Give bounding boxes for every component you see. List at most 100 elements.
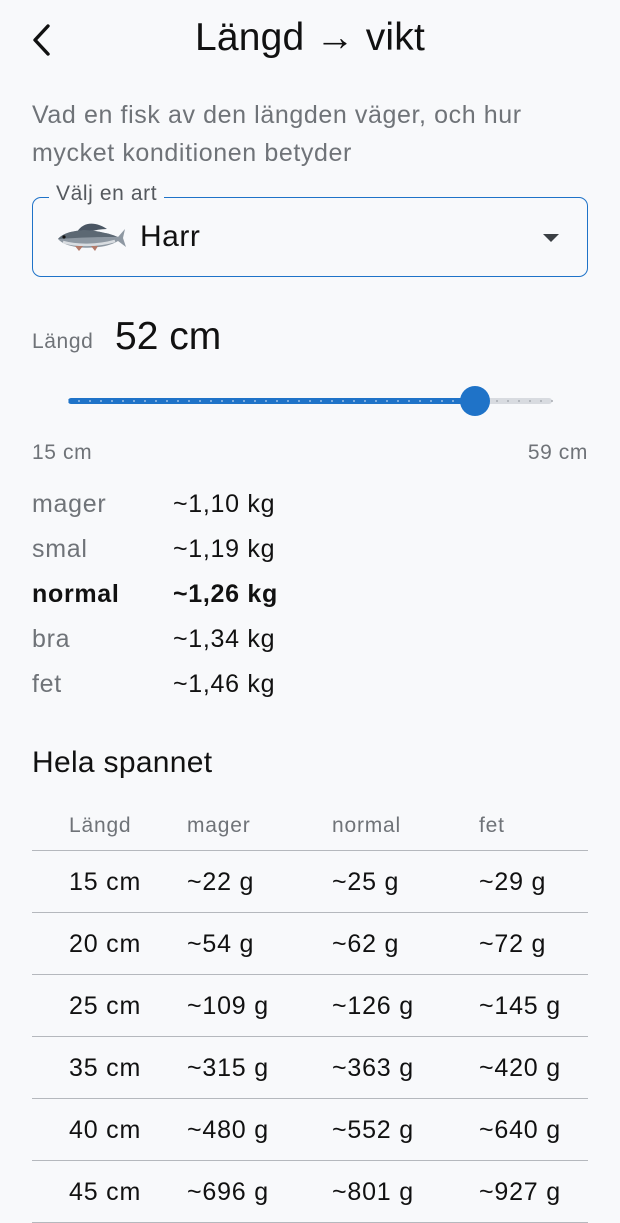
slider-tick	[540, 400, 542, 402]
slider-min-label: 15 cm	[32, 441, 93, 464]
condition-row: bra ~1,34 kg	[32, 621, 432, 666]
condition-label: normal	[32, 580, 120, 608]
caret-down-icon	[543, 234, 559, 242]
table-cell: ~29 g	[479, 868, 547, 896]
condition-label: bra	[32, 625, 71, 653]
column-header: mager	[187, 814, 251, 837]
table-cell: 15 cm	[69, 868, 142, 896]
table-row: 25 cm ~109 g ~126 g ~145 g	[32, 975, 588, 1037]
slider-tick	[385, 400, 388, 402]
length-value: 52 cm	[115, 315, 222, 358]
slider-max-label: 59 cm	[527, 441, 588, 464]
condition-row: fet ~1,46 kg	[32, 666, 432, 711]
slider-tick	[276, 400, 278, 402]
condition-row: smal ~1,19 kg	[32, 531, 432, 576]
condition-weight: ~1,26 kg	[173, 580, 278, 608]
slider-tick	[551, 400, 553, 402]
slider-tick	[176, 400, 179, 402]
column-header: fet	[479, 814, 505, 837]
condition-label: smal	[32, 535, 88, 563]
table-cell: ~62 g	[332, 930, 400, 958]
table-cell: ~640 g	[479, 1116, 561, 1144]
condition-weights: mager ~1,10 kg smal ~1,19 kg normal ~1,2…	[32, 486, 432, 711]
slider-tick	[353, 400, 355, 402]
table-row: 45 cm ~696 g ~801 g ~927 g	[32, 1161, 588, 1223]
table-cell: ~315 g	[187, 1054, 269, 1082]
slider-tick	[111, 400, 113, 402]
table-cell: ~126 g	[332, 992, 414, 1020]
slider-tick	[408, 400, 410, 402]
slider-tick	[506, 400, 509, 402]
slider-tick	[309, 400, 311, 402]
page-subtitle: Vad en fisk av den längden väger, och hu…	[32, 101, 522, 167]
table-header: Längd mager normal fet	[32, 800, 588, 851]
table-cell: ~801 g	[332, 1178, 414, 1206]
table-cell: ~72 g	[479, 930, 547, 958]
condition-weight: ~1,34 kg	[173, 625, 276, 653]
table-cell: 25 cm	[69, 992, 142, 1020]
species-select[interactable]: Välj en art Harr	[32, 182, 588, 277]
slider-tick	[210, 400, 212, 402]
table-cell: ~480 g	[187, 1116, 269, 1144]
slider-tick	[188, 400, 190, 402]
table-cell: ~420 g	[479, 1054, 561, 1082]
condition-label: fet	[32, 670, 62, 698]
weight-table: Längd mager normal fet 15 cm ~22 g ~25 g…	[32, 800, 588, 1223]
table-cell: ~552 g	[332, 1116, 414, 1144]
slider-tick	[67, 400, 69, 402]
table-cell: 35 cm	[69, 1054, 142, 1082]
table-cell: ~22 g	[187, 868, 255, 896]
slider-tick	[342, 400, 344, 402]
species-select-value: Harr	[140, 220, 201, 253]
table-cell: ~363 g	[332, 1054, 414, 1082]
column-header: normal	[332, 814, 401, 837]
slider-tick	[496, 400, 498, 402]
slider-tick	[397, 400, 399, 402]
app-bar: Längd → vikt	[0, 0, 620, 80]
slider-tick	[100, 400, 102, 402]
slider-tick	[286, 400, 289, 402]
slider-tick	[133, 400, 135, 402]
slider-tick	[529, 400, 531, 402]
slider-tick	[254, 400, 256, 402]
slider-tick	[518, 400, 520, 402]
table-cell: ~927 g	[479, 1178, 561, 1206]
slider-tick	[298, 400, 300, 402]
slider-tick	[121, 400, 124, 402]
page-title: Längd → vikt	[194, 16, 426, 59]
slider-tick	[243, 400, 245, 402]
table-row: 35 cm ~315 g ~363 g ~420 g	[32, 1037, 588, 1099]
slider-tick	[265, 400, 267, 402]
condition-row-selected: normal ~1,26 kg	[32, 576, 432, 621]
table-cell: 20 cm	[69, 930, 142, 958]
slider-tick	[155, 400, 157, 402]
table-cell: ~25 g	[332, 868, 400, 896]
slider-thumb[interactable]	[460, 386, 490, 416]
length-label: Längd	[32, 330, 94, 353]
slider-tick	[78, 400, 80, 402]
table-cell: 45 cm	[69, 1178, 142, 1206]
table-row: 15 cm ~22 g ~25 g ~29 g	[32, 851, 588, 913]
table-row: 40 cm ~480 g ~552 g ~640 g	[32, 1099, 588, 1161]
slider-tick	[199, 400, 201, 402]
slider-tick	[144, 400, 146, 402]
species-select-label: Välj en art	[49, 182, 165, 206]
slider-tick	[441, 400, 443, 402]
condition-row: mager ~1,10 kg	[32, 486, 432, 531]
table-row: 20 cm ~54 g ~62 g ~72 g	[32, 913, 588, 975]
table-cell: 40 cm	[69, 1116, 142, 1144]
slider-tick	[430, 400, 432, 402]
slider-tick	[232, 400, 234, 402]
slider-tick	[452, 400, 454, 402]
table-cell: ~54 g	[187, 930, 255, 958]
slider-tick	[419, 400, 421, 402]
condition-weight: ~1,10 kg	[173, 490, 276, 518]
slider-tick	[221, 400, 223, 402]
table-cell: ~145 g	[479, 992, 561, 1020]
condition-weight: ~1,19 kg	[173, 535, 276, 563]
column-header: Längd	[69, 814, 132, 837]
slider-tick	[319, 400, 322, 402]
length-slider[interactable]	[67, 384, 553, 418]
slider-tick	[166, 400, 168, 402]
slider-tick	[331, 400, 333, 402]
